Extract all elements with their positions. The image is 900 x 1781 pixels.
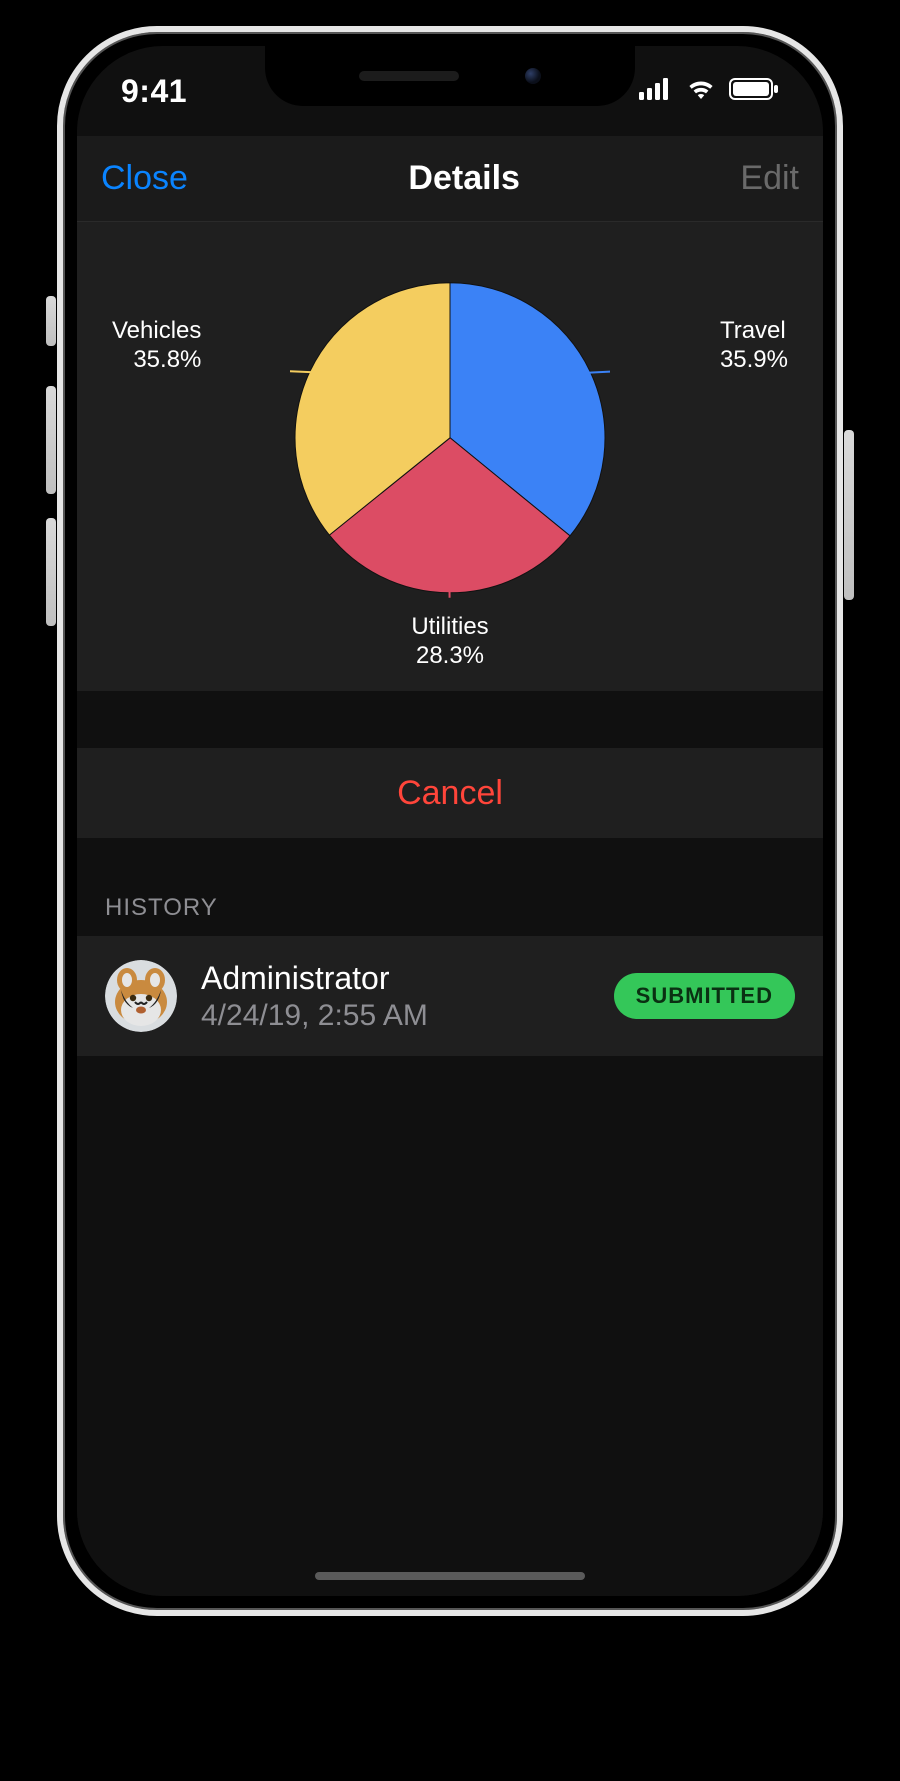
cellular-icon: [639, 78, 673, 105]
power-button[interactable]: [844, 430, 854, 600]
edit-button[interactable]: Edit: [740, 159, 799, 198]
mute-switch[interactable]: [46, 296, 56, 346]
pie-chart-section: Travel 35.9% Utilities 28.3% Vehicles 35…: [77, 222, 823, 692]
pie-label-travel: Travel 35.9%: [720, 317, 788, 375]
volume-down-button[interactable]: [46, 518, 56, 626]
wifi-icon: [685, 78, 717, 105]
history-text: Administrator 4/24/19, 2:55 AM: [177, 960, 614, 1033]
front-camera: [525, 68, 541, 84]
volume-up-button[interactable]: [46, 386, 56, 494]
avatar: [105, 960, 177, 1032]
pie-label-category: Travel: [720, 317, 788, 346]
status-badge: SUBMITTED: [614, 973, 795, 1019]
cancel-button[interactable]: Cancel: [397, 774, 503, 813]
history-name: Administrator: [201, 960, 614, 997]
phone-frame: 9:41: [57, 26, 843, 1616]
cancel-row[interactable]: Cancel: [77, 748, 823, 838]
pie-label-percent: 35.8%: [112, 346, 201, 375]
pie-label-category: Vehicles: [112, 317, 201, 346]
pie-label-utilities: Utilities 28.3%: [411, 613, 488, 671]
notch: [265, 46, 635, 106]
status-icons: [639, 78, 779, 105]
page-title: Details: [408, 159, 520, 198]
screen: 9:41: [77, 46, 823, 1596]
status-time: 9:41: [121, 73, 187, 110]
history-row[interactable]: Administrator 4/24/19, 2:55 AM SUBMITTED: [77, 936, 823, 1056]
pie-label-category: Utilities: [411, 613, 488, 642]
content: Travel 35.9% Utilities 28.3% Vehicles 35…: [77, 222, 823, 1596]
avatar-image: [105, 960, 177, 1032]
close-button[interactable]: Close: [101, 159, 188, 198]
nav-bar: Close Details Edit: [77, 136, 823, 222]
speaker-grille: [359, 71, 459, 81]
pie-label-percent: 35.9%: [720, 346, 788, 375]
battery-icon: [729, 78, 779, 105]
history-header: HISTORY: [77, 894, 823, 936]
pie-label-vehicles: Vehicles 35.8%: [112, 317, 201, 375]
pie-chart: [290, 277, 610, 597]
pie-label-percent: 28.3%: [411, 642, 488, 671]
home-indicator[interactable]: [315, 1572, 585, 1580]
history-date: 4/24/19, 2:55 AM: [201, 999, 614, 1033]
